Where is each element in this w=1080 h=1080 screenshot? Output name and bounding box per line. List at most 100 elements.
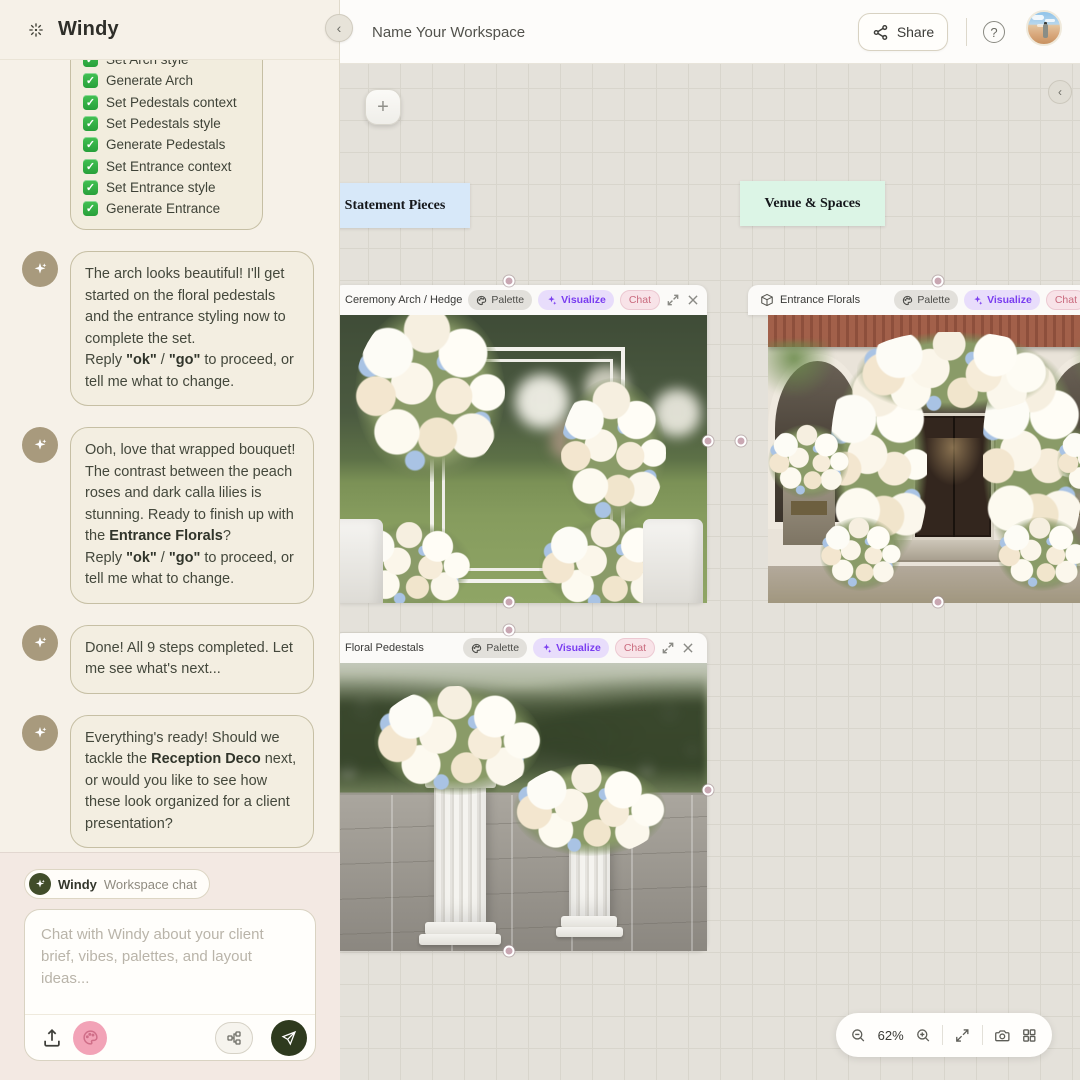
close-icon[interactable] bbox=[686, 293, 700, 307]
check-icon: ✓ bbox=[83, 201, 98, 216]
palette-button[interactable]: Palette bbox=[894, 290, 958, 310]
sparkle-wand-icon bbox=[972, 295, 983, 306]
chat-button[interactable]: Chat bbox=[615, 638, 655, 658]
windy-sparkle-avatar bbox=[22, 427, 58, 463]
windy-sparkle-avatar bbox=[22, 715, 58, 751]
sidebar: ✓Set Arch style✓Generate Arch✓Set Pedest… bbox=[0, 0, 340, 1080]
chat-message: Ooh, love that wrapped bouquet! The cont… bbox=[0, 427, 340, 604]
card-title: Ceremony Arch / Hedge bbox=[345, 294, 462, 306]
connection-handle[interactable] bbox=[703, 785, 714, 796]
connection-handle[interactable] bbox=[933, 276, 944, 287]
workspace-name-input[interactable]: Name Your Workspace bbox=[372, 0, 525, 64]
chat-messages: The arch looks beautiful! I'll get start… bbox=[0, 251, 340, 869]
sidebar-collapse-button[interactable]: ‹ bbox=[325, 14, 353, 42]
chat-button[interactable]: Chat bbox=[620, 290, 660, 310]
cube-icon bbox=[760, 293, 774, 307]
send-icon bbox=[281, 1030, 297, 1046]
workspace-chat-pill[interactable]: Windy Workspace chat bbox=[24, 869, 210, 899]
checklist-item: ✓Set Pedestals context bbox=[83, 92, 250, 113]
connection-handle[interactable] bbox=[504, 625, 515, 636]
connection-handle[interactable] bbox=[933, 597, 944, 608]
card-image-entrance-florals[interactable] bbox=[768, 315, 1080, 603]
zoom-level[interactable]: 62% bbox=[878, 1028, 904, 1043]
chat-context-label: Workspace chat bbox=[104, 877, 197, 892]
checklist-item-label: Generate Arch bbox=[106, 73, 193, 88]
connection-handle[interactable] bbox=[504, 276, 515, 287]
card-title: Floral Pedestals bbox=[345, 642, 424, 654]
share-button[interactable]: Share bbox=[858, 13, 948, 51]
share-label: Share bbox=[897, 24, 934, 40]
windy-sparkle-avatar bbox=[22, 625, 58, 661]
workflow-button[interactable] bbox=[215, 1022, 253, 1054]
visualize-button[interactable]: Visualize bbox=[538, 290, 614, 310]
windy-sparkle-icon bbox=[29, 873, 51, 895]
topbar: Name Your Workspace Share ? bbox=[340, 0, 1080, 64]
chat-message: Everything's ready! Should we tackle the… bbox=[0, 715, 340, 849]
card-title: Entrance Florals bbox=[780, 294, 860, 306]
chat-input[interactable] bbox=[25, 910, 315, 1016]
visualize-label: Visualize bbox=[987, 294, 1032, 306]
visualize-button[interactable]: Visualize bbox=[533, 638, 609, 658]
sparkle-wand-icon bbox=[546, 295, 557, 306]
connection-handle[interactable] bbox=[703, 436, 714, 447]
palette-label: Palette bbox=[491, 294, 524, 306]
checklist-item: ✓ Generate Pedestals bbox=[83, 134, 250, 155]
expand-icon[interactable] bbox=[661, 641, 675, 655]
message-bubble: Ooh, love that wrapped bouquet! The cont… bbox=[70, 427, 314, 604]
card-floral-pedestals[interactable]: Floral Pedestals Palette Visualize Chat bbox=[340, 633, 707, 951]
card-image-floral-pedestals[interactable] bbox=[340, 663, 707, 951]
panel-collapse-right-button[interactable]: ‹ bbox=[1048, 80, 1072, 104]
expand-icon[interactable] bbox=[666, 293, 680, 307]
section-label-statement-pieces[interactable]: Statement Pieces bbox=[340, 183, 470, 228]
palette-icon bbox=[82, 1029, 99, 1046]
workspace-canvas[interactable]: + ‹ Statement Pieces Venue & Spaces Cere… bbox=[340, 64, 1080, 1080]
checklist-item-label: Generate Entrance bbox=[106, 201, 220, 216]
checklist-item: ✓Set Pedestals style bbox=[83, 113, 250, 134]
grid-view-icon[interactable] bbox=[1021, 1027, 1038, 1044]
connection-handle[interactable] bbox=[736, 436, 747, 447]
zoom-in-icon[interactable] bbox=[915, 1027, 932, 1044]
sparkle-icon bbox=[32, 635, 48, 651]
check-icon: ✓ bbox=[83, 180, 98, 195]
help-icon[interactable]: ? bbox=[983, 21, 1005, 43]
chat-input-box bbox=[24, 909, 316, 1061]
palette-icon bbox=[476, 295, 487, 306]
add-node-button[interactable]: + bbox=[365, 89, 401, 125]
zoom-out-icon[interactable] bbox=[850, 1027, 867, 1044]
user-avatar[interactable] bbox=[1026, 10, 1062, 46]
checklist-item: ✓ Generate Entrance bbox=[83, 198, 250, 219]
workspace-chat-panel: Windy Workspace chat bbox=[0, 852, 340, 1080]
close-icon[interactable] bbox=[681, 641, 695, 655]
palette-icon bbox=[471, 643, 482, 654]
card-entrance-florals[interactable]: Entrance Florals Palette Visualize Chat bbox=[748, 285, 1080, 603]
chair-right bbox=[643, 519, 703, 603]
share-icon bbox=[872, 24, 889, 41]
palette-quick-button[interactable] bbox=[73, 1021, 107, 1055]
camera-icon[interactable] bbox=[994, 1027, 1011, 1044]
palette-button[interactable]: Palette bbox=[463, 638, 527, 658]
windy-logo-icon bbox=[26, 20, 46, 40]
message-bubble: Everything's ready! Should we tackle the… bbox=[70, 715, 314, 849]
checklist-item-label: Generate Pedestals bbox=[106, 137, 225, 152]
fit-view-icon[interactable] bbox=[954, 1027, 971, 1044]
send-button[interactable] bbox=[271, 1020, 307, 1056]
card-image-ceremony-arch[interactable] bbox=[340, 315, 707, 603]
palette-label: Palette bbox=[917, 294, 950, 306]
visualize-button[interactable]: Visualize bbox=[964, 290, 1040, 310]
connection-handle[interactable] bbox=[504, 597, 515, 608]
check-icon: ✓ bbox=[83, 137, 98, 152]
card-ceremony-arch[interactable]: Ceremony Arch / Hedge Palette Visualize … bbox=[340, 285, 707, 603]
windy-sparkle-avatar bbox=[22, 251, 58, 287]
workflow-nodes-icon bbox=[226, 1030, 242, 1046]
upload-icon[interactable] bbox=[41, 1027, 63, 1049]
chat-button[interactable]: Chat bbox=[1046, 290, 1080, 310]
chat-label: Chat bbox=[624, 642, 646, 654]
pedestal-left bbox=[434, 784, 486, 928]
connection-handle[interactable] bbox=[504, 946, 515, 957]
section-label-venue-spaces[interactable]: Venue & Spaces bbox=[740, 181, 885, 226]
checklist-item: ✓Set Entrance style bbox=[83, 177, 250, 198]
checklist-item: ✓Generate Arch bbox=[83, 70, 250, 91]
sparkle-icon bbox=[32, 725, 48, 741]
palette-button[interactable]: Palette bbox=[468, 290, 532, 310]
sparkle-icon bbox=[32, 437, 48, 453]
